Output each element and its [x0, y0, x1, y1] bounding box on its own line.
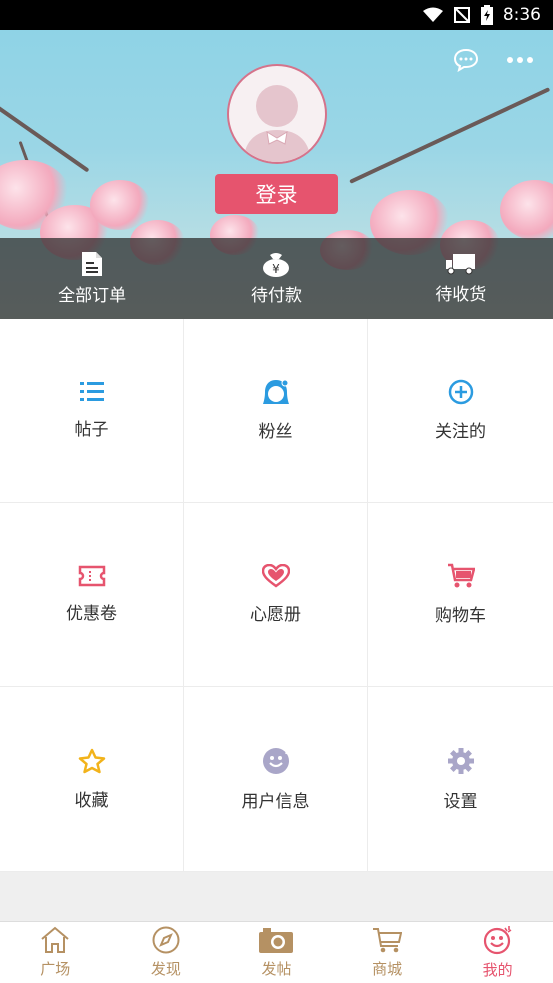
- wifi-icon: [422, 7, 443, 22]
- grid-favorites[interactable]: 收藏: [0, 687, 184, 872]
- message-icon[interactable]: [453, 48, 479, 72]
- grid-settings[interactable]: 设置: [368, 687, 553, 872]
- order-pending-receipt[interactable]: 待收货: [369, 238, 553, 319]
- clock-time: 8:36: [502, 5, 541, 25]
- tab-discover-label: 发现: [150, 960, 181, 978]
- grid-posts[interactable]: 帖子: [0, 319, 184, 503]
- tab-square[interactable]: 广场: [0, 922, 111, 983]
- tab-mall-label: 商城: [372, 960, 403, 978]
- truck-icon: [445, 254, 475, 275]
- cart-icon: [447, 563, 475, 588]
- grid-cart-label: 购物车: [435, 606, 486, 626]
- smiley-icon: [262, 747, 289, 774]
- grid-coupons[interactable]: 优惠卷: [0, 503, 184, 687]
- login-button[interactable]: 登录: [215, 174, 338, 214]
- grid-settings-label: 设置: [443, 791, 478, 812]
- order-pending-receipt-label: 待收货: [435, 285, 487, 305]
- document-icon: [82, 252, 103, 276]
- basket-icon: [373, 928, 403, 953]
- feature-grid: 帖子 粉丝 关注的 优惠卷 心愿册 购物车 收藏 用户信息 设置: [0, 319, 553, 872]
- heart-icon: [261, 564, 290, 588]
- compass-icon: [152, 926, 180, 954]
- grid-following[interactable]: 关注的: [368, 319, 553, 503]
- order-bar: 全部订单 ¥ 待付款 待收货: [0, 238, 553, 319]
- gear-icon: [447, 747, 474, 774]
- grid-coupons-label: 优惠卷: [66, 604, 117, 624]
- smiley-face-icon: [483, 926, 512, 955]
- order-pending-payment[interactable]: ¥ 待付款: [184, 238, 368, 319]
- order-all-label: 全部订单: [58, 286, 127, 306]
- more-icon[interactable]: [507, 56, 533, 64]
- no-signal-icon: [453, 7, 470, 23]
- order-all[interactable]: 全部订单: [0, 238, 184, 319]
- grid-following-label: 关注的: [435, 422, 486, 442]
- coupon-icon: [78, 565, 105, 587]
- avatar[interactable]: [227, 64, 327, 164]
- bottom-tab-bar: 广场 发现 发帖 商城 我的: [0, 921, 553, 983]
- grid-wishlist-label: 心愿册: [250, 605, 301, 625]
- camera-icon: [259, 928, 294, 953]
- tab-square-label: 广场: [40, 960, 71, 978]
- grid-fans[interactable]: 粉丝: [184, 319, 368, 503]
- svg-text:¥: ¥: [273, 262, 281, 276]
- grid-favorites-label: 收藏: [74, 790, 109, 811]
- grid-cart[interactable]: 购物车: [368, 503, 553, 687]
- tab-post[interactable]: 发帖: [221, 922, 332, 983]
- home-icon: [41, 926, 69, 953]
- list-icon: [79, 382, 104, 401]
- default-avatar-icon: [243, 85, 311, 162]
- tab-mall[interactable]: 商城: [332, 922, 443, 983]
- battery-icon: [480, 5, 493, 25]
- grid-user-info-label: 用户信息: [241, 791, 310, 812]
- tab-mine-label: 我的: [482, 961, 513, 979]
- fans-icon: [262, 379, 289, 404]
- tab-mine[interactable]: 我的: [442, 922, 553, 983]
- grid-wishlist[interactable]: 心愿册: [184, 503, 368, 687]
- money-bag-icon: ¥: [263, 253, 290, 277]
- plus-circle-icon: [448, 379, 473, 405]
- grid-user-info[interactable]: 用户信息: [184, 687, 368, 872]
- order-pending-payment-label: 待付款: [250, 286, 302, 306]
- tab-discover[interactable]: 发现: [111, 922, 222, 983]
- grid-posts-label: 帖子: [74, 420, 109, 440]
- status-bar: 8:36: [0, 0, 553, 30]
- profile-header: 登录 全部订单 ¥ 待付款 待收货: [0, 30, 553, 319]
- grid-fans-label: 粉丝: [258, 422, 293, 442]
- star-icon: [78, 748, 105, 773]
- tab-post-label: 发帖: [261, 960, 292, 978]
